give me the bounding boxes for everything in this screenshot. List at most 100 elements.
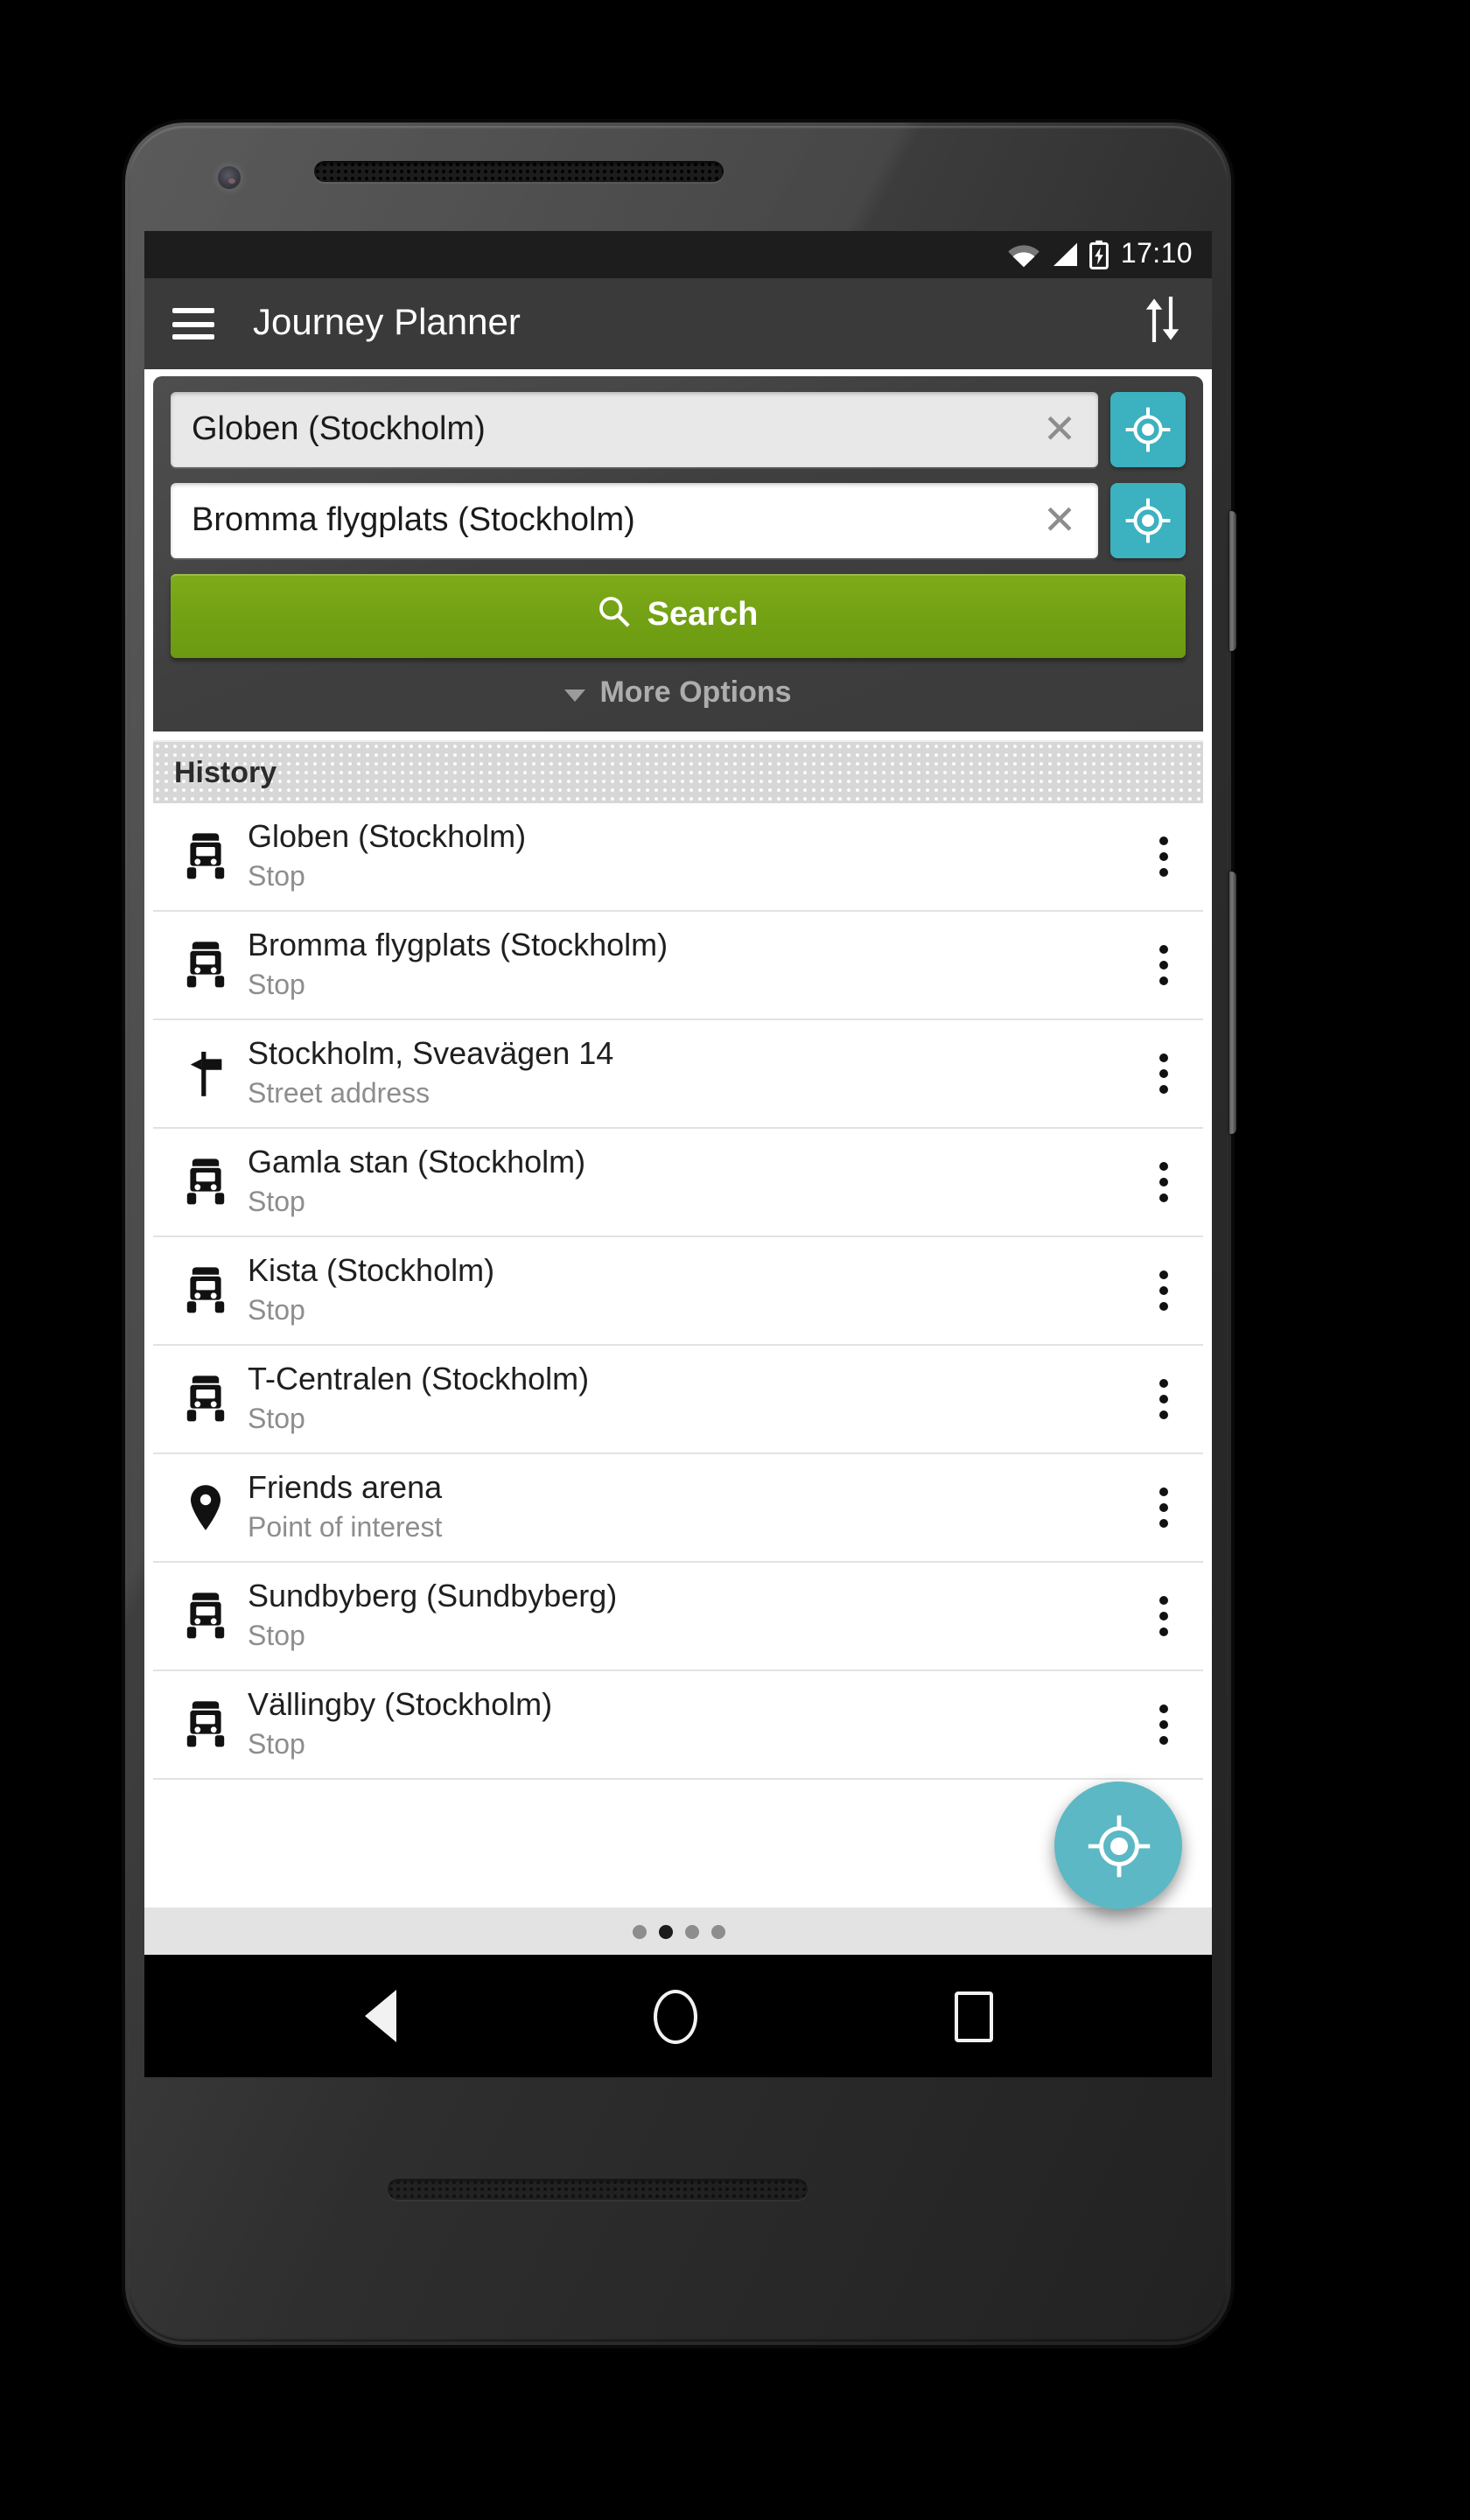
bus-stop-icon	[186, 942, 225, 988]
power-button[interactable]	[1229, 511, 1236, 651]
page-dot[interactable]	[632, 1924, 646, 1938]
hamburger-menu-icon[interactable]	[172, 308, 214, 340]
nav-home-button[interactable]	[653, 1989, 696, 2043]
bus-stop-icon	[171, 1267, 241, 1314]
earpiece-speaker-grille	[314, 161, 724, 182]
list-item[interactable]: T-Centralen (Stockholm) Stop	[153, 1346, 1203, 1454]
swap-vertical-icon[interactable]	[1142, 295, 1184, 353]
front-camera-icon	[218, 166, 241, 189]
more-options-label: More Options	[599, 676, 792, 709]
search-magnifier-icon	[598, 595, 632, 637]
app-bar: Journey Planner	[144, 278, 1212, 369]
more-options-toggle[interactable]: More Options	[171, 662, 1186, 724]
phone-device-frame: 17:10 Journey Planner Globen (Stockholm)…	[125, 122, 1236, 2345]
main-content: Globen (Stockholm) ✕ Bromma flygplats (S…	[144, 369, 1212, 1955]
bottom-speaker-grille	[388, 2179, 808, 2200]
status-bar: 17:10	[144, 231, 1212, 278]
list-item-text: T-Centralen (Stockholm) Stop	[241, 1358, 1133, 1440]
bus-stop-icon	[186, 1267, 225, 1313]
list-item[interactable]: Gamla stan (Stockholm) Stop	[153, 1129, 1203, 1237]
list-item[interactable]: Globen (Stockholm) Stop	[153, 803, 1203, 912]
search-button-label: Search	[647, 597, 759, 634]
recents-square-icon	[954, 1991, 992, 2041]
list-item[interactable]: Stockholm, Sveavägen 14 Street address	[153, 1020, 1203, 1129]
list-item-subtitle: Stop	[248, 863, 305, 892]
bus-stop-icon	[186, 1701, 225, 1747]
android-navigation-bar	[144, 1955, 1212, 2077]
gps-target-icon	[1087, 1814, 1150, 1877]
clear-origin-icon[interactable]: ✕	[1035, 405, 1084, 454]
list-item-subtitle: Stop	[248, 1405, 305, 1435]
more-vertical-icon[interactable]	[1133, 1250, 1193, 1331]
search-panel-wrapper: Globen (Stockholm) ✕ Bromma flygplats (S…	[144, 369, 1212, 732]
more-vertical-icon[interactable]	[1133, 1359, 1193, 1439]
search-button[interactable]: Search	[171, 574, 1186, 658]
page-title: Journey Planner	[253, 303, 521, 343]
list-item[interactable]: Bromma flygplats (Stockholm) Stop	[153, 912, 1203, 1020]
chevron-down-icon	[564, 689, 586, 701]
street-sign-icon	[171, 1050, 241, 1097]
list-item[interactable]: Vällingby (Stockholm) Stop	[153, 1671, 1203, 1780]
back-triangle-icon	[364, 1990, 396, 2042]
history-section-label: History	[174, 755, 277, 788]
bus-stop-icon	[186, 1158, 225, 1205]
nav-recents-button[interactable]	[954, 1991, 992, 2041]
bus-stop-icon	[171, 833, 241, 880]
page-indicator	[144, 1908, 1212, 1955]
list-item-text: Vällingby (Stockholm) Stop	[241, 1684, 1133, 1766]
more-vertical-icon[interactable]	[1133, 1576, 1193, 1656]
destination-input[interactable]: Bromma flygplats (Stockholm) ✕	[171, 483, 1098, 558]
clear-destination-icon[interactable]: ✕	[1035, 496, 1084, 545]
list-item-title: Gamla stan (Stockholm)	[248, 1144, 586, 1180]
list-item-title: Globen (Stockholm)	[248, 819, 527, 854]
list-item-title: Kista (Stockholm)	[248, 1253, 495, 1288]
journey-search-panel: Globen (Stockholm) ✕ Bromma flygplats (S…	[153, 376, 1203, 732]
list-item-text: Globen (Stockholm) Stop	[241, 816, 1133, 898]
bus-stop-icon	[186, 833, 225, 879]
gps-target-icon	[1125, 498, 1171, 543]
list-item[interactable]: Friends arena Point of interest	[153, 1454, 1203, 1563]
my-location-fab[interactable]	[1054, 1782, 1182, 1909]
volume-rocker-button[interactable]	[1229, 872, 1236, 1134]
origin-input[interactable]: Globen (Stockholm) ✕	[171, 392, 1098, 467]
list-item-subtitle: Stop	[248, 1188, 305, 1218]
more-vertical-icon[interactable]	[1133, 1467, 1193, 1548]
list-item[interactable]: Kista (Stockholm) Stop	[153, 1237, 1203, 1346]
bus-stop-icon	[171, 1592, 241, 1640]
list-item[interactable]: Sundbyberg (Sundbyberg) Stop	[153, 1563, 1203, 1671]
phone-screen: 17:10 Journey Planner Globen (Stockholm)…	[144, 231, 1212, 2077]
list-item-subtitle: Stop	[248, 1731, 305, 1760]
wifi-icon	[1007, 242, 1040, 268]
destination-input-value: Bromma flygplats (Stockholm)	[192, 501, 635, 538]
list-item-subtitle: Stop	[248, 971, 305, 1001]
list-item-subtitle: Point of interest	[248, 1514, 443, 1544]
more-vertical-icon[interactable]	[1133, 1142, 1193, 1222]
nav-back-button[interactable]	[364, 1990, 396, 2042]
cellular-signal-icon	[1051, 242, 1079, 268]
home-circle-icon	[653, 1989, 696, 2043]
street-sign-icon	[190, 1052, 222, 1096]
origin-gps-button[interactable]	[1110, 392, 1186, 467]
list-item-subtitle: Street address	[248, 1080, 430, 1110]
more-vertical-icon[interactable]	[1133, 925, 1193, 1005]
origin-input-value: Globen (Stockholm)	[192, 410, 486, 447]
more-vertical-icon[interactable]	[1133, 1684, 1193, 1765]
more-vertical-icon[interactable]	[1133, 816, 1193, 897]
list-item-title: T-Centralen (Stockholm)	[248, 1362, 590, 1396]
bus-stop-icon	[171, 1158, 241, 1206]
list-item-text: Stockholm, Sveavägen 14 Street address	[241, 1032, 1133, 1115]
more-vertical-icon[interactable]	[1133, 1033, 1193, 1114]
origin-field-row: Globen (Stockholm) ✕	[171, 392, 1186, 467]
destination-gps-button[interactable]	[1110, 483, 1186, 558]
page-dot[interactable]	[658, 1924, 672, 1938]
list-item-subtitle: Stop	[248, 1297, 305, 1326]
list-item-title: Stockholm, Sveavägen 14	[248, 1036, 614, 1071]
bus-stop-icon	[171, 942, 241, 989]
page-dot[interactable]	[710, 1924, 724, 1938]
map-pin-icon	[171, 1484, 241, 1531]
list-item-text: Sundbyberg (Sundbyberg) Stop	[241, 1575, 1133, 1657]
map-pin-icon	[191, 1485, 220, 1530]
status-bar-clock: 17:10	[1120, 239, 1193, 269]
page-dot[interactable]	[684, 1924, 698, 1938]
list-item-text: Bromma flygplats (Stockholm) Stop	[241, 924, 1133, 1006]
